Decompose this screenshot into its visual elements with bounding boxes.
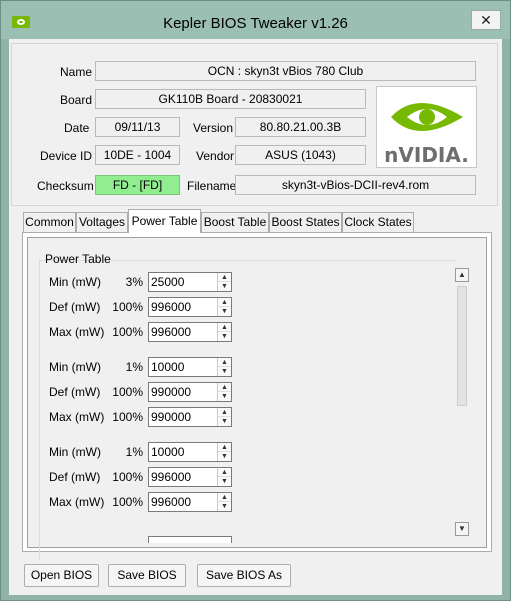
spinner-value: 990000 [151, 385, 192, 399]
power-spinner[interactable]: 10000 ▲ ▼ [148, 357, 232, 377]
spin-up-icon[interactable]: ▲ [218, 383, 231, 392]
nvidia-logo-text: nVIDIA. [384, 143, 469, 167]
power-spinner[interactable]: 996000 ▲ ▼ [148, 297, 232, 317]
row-percent: 100% [112, 495, 143, 509]
spin-up-icon[interactable]: ▲ [218, 273, 231, 282]
scroll-thumb[interactable] [457, 286, 467, 406]
spin-up-icon[interactable]: ▲ [218, 468, 231, 477]
power-spinner[interactable]: 25000 ▲ ▼ [148, 272, 232, 292]
power-spinner[interactable]: 996000 ▲ ▼ [148, 492, 232, 512]
open-bios-button[interactable]: Open BIOS [24, 564, 99, 587]
version-field: 80.80.21.00.3B [235, 117, 366, 137]
window-title: Kepler BIOS Tweaker v1.26 [163, 15, 348, 32]
row-percent: 100% [112, 410, 143, 424]
spinner-value: 25000 [151, 275, 185, 289]
checksum-field: FD - [FD] [95, 175, 180, 195]
spin-down-icon[interactable]: ▼ [218, 367, 231, 376]
filename-field: skyn3t-vBios-DCII-rev4.rom [235, 175, 476, 195]
spin-up-icon[interactable]: ▲ [218, 323, 231, 332]
spin-up-icon[interactable]: ▲ [218, 443, 231, 452]
spin-up-icon[interactable]: ▲ [218, 408, 231, 417]
power-spinner[interactable]: 10000 ▲ ▼ [148, 442, 232, 462]
save-bios-as-button[interactable]: Save BIOS As [197, 564, 291, 587]
spin-down-icon[interactable]: ▼ [218, 332, 231, 341]
row-percent: 100% [112, 325, 143, 339]
app-window: Kepler BIOS Tweaker v1.26 ✕ Name OCN : s… [0, 0, 511, 601]
spin-down-icon[interactable]: ▼ [218, 392, 231, 401]
save-bios-button[interactable]: Save BIOS [108, 564, 186, 587]
row-percent: 100% [112, 470, 143, 484]
vertical-scrollbar[interactable]: ▲ ▼ [455, 268, 469, 536]
spin-up-icon[interactable]: ▲ [218, 298, 231, 307]
power-spinner[interactable]: 996000 ▲ ▼ [148, 322, 232, 342]
spinner-value: 990000 [151, 410, 192, 424]
power-table-page: Power Table Min (mW) 3% 25000 ▲ ▼ Def (mW… [22, 232, 492, 560]
spinner-value: 10000 [151, 445, 185, 459]
checksum-label: Checksum [37, 179, 94, 193]
board-label: Board [60, 93, 93, 107]
spinner-value: 996000 [151, 325, 192, 339]
version-label: Version [193, 121, 234, 135]
row-label: Max (mW) [49, 325, 105, 339]
row-label: Def (mW) [49, 470, 101, 484]
vendor-field: ASUS (1043) [235, 145, 366, 165]
spinner-value: 996000 [151, 300, 192, 314]
spin-down-icon[interactable]: ▼ [218, 417, 231, 426]
spinner-value: 10000 [151, 360, 185, 374]
power-spinner[interactable]: 990000 ▲ ▼ [148, 382, 232, 402]
power-spinner[interactable]: 996000 ▲ ▼ [148, 467, 232, 487]
row-label: Min (mW) [49, 360, 101, 374]
spinner-value: 996000 [151, 495, 192, 509]
row-percent: 1% [125, 445, 143, 459]
date-label: Date [64, 121, 90, 135]
power-table-title: Power Table [45, 252, 111, 266]
title-bar: Kepler BIOS Tweaker v1.26 ✕ [1, 1, 510, 39]
nvidia-eye-icon [391, 103, 463, 131]
tab-common[interactable]: Common [23, 212, 76, 232]
row-label: Def (mW) [49, 300, 101, 314]
row-percent: 100% [112, 385, 143, 399]
clipped-next-row [49, 535, 239, 543]
device-id-field: 10DE - 1004 [95, 145, 180, 165]
row-label: Max (mW) [49, 495, 105, 509]
vendor-label: Vendor [196, 149, 235, 163]
spin-down-icon[interactable]: ▼ [218, 452, 231, 461]
name-field: OCN : skyn3t vBios 780 Club [95, 61, 476, 81]
spin-up-icon[interactable]: ▲ [218, 493, 231, 502]
row-percent: 1% [125, 360, 143, 374]
power-spinner[interactable]: 990000 ▲ ▼ [148, 407, 232, 427]
row-label: Max (mW) [49, 410, 105, 424]
filename-label: Filename [187, 179, 237, 193]
row-percent: 3% [125, 275, 143, 289]
spin-down-icon[interactable]: ▼ [218, 307, 231, 316]
tab-power-table[interactable]: Power Table [128, 209, 201, 233]
tab-boost-states[interactable]: Boost States [269, 212, 342, 232]
tab-clock-states[interactable]: Clock States [342, 212, 414, 232]
spin-up-icon[interactable]: ▲ [218, 358, 231, 367]
device-id-label: Device ID [40, 149, 93, 163]
spin-down-icon[interactable]: ▼ [218, 477, 231, 486]
scroll-down-icon[interactable]: ▼ [455, 522, 469, 536]
board-field: GK110B Board - 20830021 [95, 89, 366, 109]
row-label: Min (mW) [49, 445, 101, 459]
spin-down-icon[interactable]: ▼ [218, 502, 231, 511]
close-button[interactable]: ✕ [471, 10, 501, 30]
name-label: Name [60, 65, 93, 79]
spinner-value: 996000 [151, 470, 192, 484]
row-label: Min (mW) [49, 275, 101, 289]
power-table-scroll-panel: Power Table Min (mW) 3% 25000 ▲ ▼ Def (mW… [27, 237, 487, 560]
client-area: Name OCN : skyn3t vBios 780 Club Board G… [9, 39, 502, 595]
date-field: 09/11/13 [95, 117, 180, 137]
bios-info-panel: Name OCN : skyn3t vBios 780 Club Board G… [11, 43, 498, 206]
tab-voltages[interactable]: Voltages [76, 212, 128, 232]
scroll-up-icon[interactable]: ▲ [455, 268, 469, 282]
nvidia-logo: nVIDIA. [376, 86, 477, 168]
row-label: Def (mW) [49, 385, 101, 399]
row-percent: 100% [112, 300, 143, 314]
tab-boost-table[interactable]: Boost Table [201, 212, 269, 232]
spin-down-icon[interactable]: ▼ [218, 282, 231, 291]
